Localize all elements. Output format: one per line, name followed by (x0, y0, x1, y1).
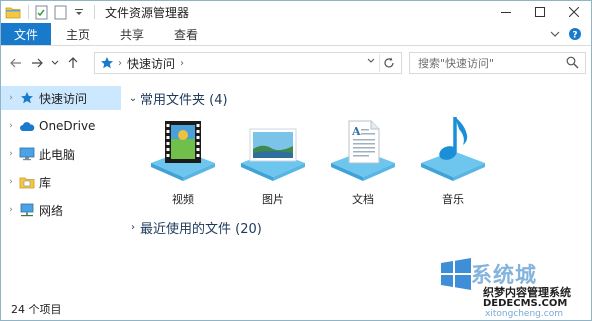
expand-chevron-icon[interactable]: › (4, 93, 18, 103)
folder-label: 视频 (172, 193, 194, 206)
sidebar-item-label: 网络 (39, 203, 64, 218)
address-row: › 快速访问 › (1, 47, 591, 79)
expand-ribbon-icon[interactable] (547, 26, 563, 42)
library-icon (18, 174, 36, 190)
forward-button[interactable] (28, 52, 46, 74)
sidebar-item-this-pc[interactable]: › 此电脑 (1, 142, 121, 166)
video-folder-icon (143, 115, 223, 187)
expand-chevron-icon[interactable]: › (4, 149, 18, 159)
maximize-button[interactable] (523, 1, 557, 23)
star-icon (18, 90, 36, 106)
address-dropdown-icon[interactable] (367, 56, 375, 67)
folder-documents[interactable]: A 文档 (318, 115, 408, 215)
sidebar-item-network[interactable]: › 网络 (1, 198, 121, 222)
pictures-folder-icon (233, 115, 313, 187)
sidebar-item-quick-access[interactable]: › 快速访问 (1, 86, 121, 110)
up-button[interactable] (64, 52, 82, 74)
folder-app-icon (5, 4, 21, 20)
watermark-line2: DEDECMS.COM (483, 298, 568, 309)
sidebar-item-onedrive[interactable]: › OneDrive (1, 114, 121, 138)
watermark-line3: xitongcheng.com (485, 309, 563, 319)
cloud-icon (18, 118, 36, 134)
sidebar-item-libraries[interactable]: › 库 (1, 170, 121, 194)
folder-label: 文档 (352, 193, 374, 206)
window-controls (489, 1, 591, 23)
windows-logo-icon (441, 258, 471, 290)
ribbon-tabs: 文件 主页 共享 查看 ? (1, 23, 591, 46)
computer-icon (18, 146, 36, 162)
search-icon[interactable] (566, 56, 579, 72)
search-input[interactable] (418, 56, 568, 70)
new-folder-icon[interactable] (52, 4, 68, 20)
address-bar[interactable]: › 快速访问 › (94, 52, 402, 74)
quick-access-toolbar (1, 1, 99, 23)
tab-share[interactable]: 共享 (105, 23, 159, 45)
properties-icon[interactable] (33, 4, 49, 20)
documents-folder-icon: A (323, 115, 403, 187)
sidebar-item-label: 此电脑 (39, 147, 76, 162)
refresh-button[interactable] (379, 54, 397, 72)
sidebar-item-label: OneDrive (39, 119, 96, 133)
ribbon-right-controls: ? (543, 23, 591, 45)
expand-chevron-icon[interactable]: › (4, 177, 18, 187)
folder-pictures[interactable]: 图片 (228, 115, 318, 215)
toolbar-divider (28, 5, 29, 19)
folder-music[interactable]: 音乐 (408, 115, 498, 215)
music-folder-icon (413, 115, 493, 187)
close-button[interactable] (557, 1, 591, 23)
group-title: 最近使用的文件 (20) (140, 222, 262, 237)
expand-chevron-icon[interactable]: › (4, 205, 18, 215)
back-button[interactable] (7, 52, 25, 74)
star-icon (98, 56, 116, 70)
folder-label: 图片 (262, 193, 284, 206)
item-count: 24 个项目 (11, 303, 62, 316)
sidebar-item-label: 库 (39, 175, 52, 190)
breadcrumb-quick-access[interactable]: 快速访问 (127, 55, 175, 72)
group-header-recent-files[interactable]: › 最近使用的文件 (20) (126, 218, 262, 237)
expand-chevron-icon[interactable]: › (4, 121, 18, 131)
tab-home[interactable]: 主页 (51, 23, 105, 45)
window-title: 文件资源管理器 (105, 5, 190, 20)
watermark: 系统城 织梦内容管理系统 DEDECMS.COM xitongcheng.com (431, 251, 591, 320)
network-icon (18, 202, 36, 218)
folder-label: 音乐 (442, 193, 464, 206)
group-title: 常用文件夹 (4) (140, 93, 228, 108)
sidebar-item-label: 快速访问 (39, 91, 88, 106)
toolbar-divider (94, 5, 95, 19)
breadcrumb-chevron-icon[interactable]: › (118, 58, 122, 69)
tab-file[interactable]: 文件 (1, 23, 52, 45)
customize-toolbar-icon[interactable] (71, 4, 87, 20)
title-bar: 文件资源管理器 (1, 1, 591, 23)
navigation-pane: › 快速访问 › OneDrive › 此电脑 › 库 › 网络 (1, 81, 121, 298)
tab-view[interactable]: 查看 (159, 23, 213, 45)
collapse-chevron-icon[interactable]: ⌄ (126, 93, 140, 104)
recent-locations-chevron-icon[interactable] (49, 52, 61, 74)
svg-text:A: A (351, 125, 361, 138)
folder-videos[interactable]: 视频 (138, 115, 228, 215)
svg-text:?: ? (572, 31, 577, 41)
search-box[interactable] (409, 52, 586, 74)
help-icon[interactable]: ? (567, 26, 583, 42)
explorer-window: 文件资源管理器 文件 主页 共享 查看 ? › 快速访问 › 搜索"快速访问" … (0, 0, 592, 321)
breadcrumb-chevron-icon[interactable]: › (180, 58, 184, 69)
expand-chevron-icon[interactable]: › (126, 222, 140, 233)
minimize-button[interactable] (489, 1, 523, 23)
group-header-frequent-folders[interactable]: ⌄ 常用文件夹 (4) (126, 89, 228, 108)
